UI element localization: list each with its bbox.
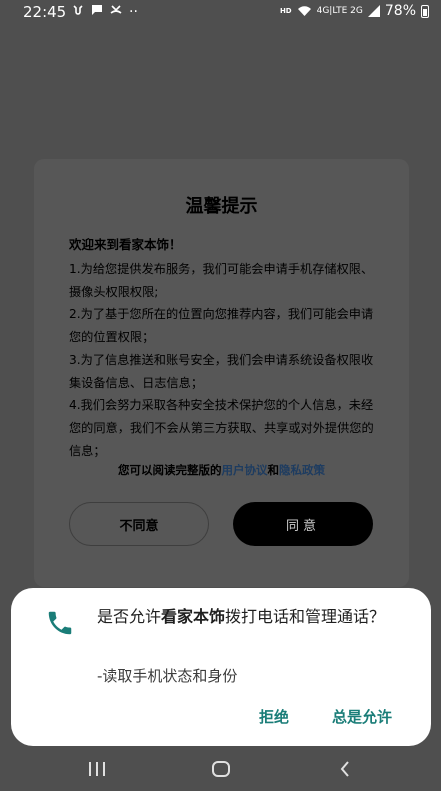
hd-indicator: HD [279,7,292,15]
dialog-welcome: 欢迎来到看家本饰！ [69,237,182,252]
permission-dialog: 是否允许看家本饰拨打电话和管理通话？ -读取手机状态和身份 拒绝 总是允许 [11,588,431,746]
privacy-policy-link[interactable]: 隐私政策 [279,463,325,477]
policy-and: 和 [267,463,280,477]
permission-detail: -读取手机状态和身份 [97,667,238,685]
back-icon[interactable] [337,759,353,779]
status-time: 22:45 [23,3,67,21]
home-icon[interactable] [211,760,231,778]
wifi-icon [297,6,311,16]
status-bar: 22:45 ·· HD 4G|LTE 2G 78% [0,0,441,24]
notification-icons: ·· [72,4,138,20]
battery-percent: 78% [384,3,416,19]
deny-button[interactable]: 拒绝 [259,706,289,727]
user-agreement-link[interactable]: 用户协议 [222,463,268,477]
policy-prefix: 您可以阅读完整版的 [118,463,222,477]
app-name: 看家本饰 [161,607,226,626]
message-icon [92,5,102,15]
agree-button[interactable]: 同意 [233,502,373,546]
question-prefix: 是否允许 [97,607,162,626]
navigation-bar [0,746,441,791]
recent-apps-icon[interactable] [87,761,107,777]
dialog-body: 1.为给您提供发布服务，我们可能会申请手机存储权限、 摄像头权限权限; 2.为了… [69,258,379,462]
status-right: HD 4G|LTE 2G 78% [280,3,429,19]
dialog-item: 4.我们会努力采取各种安全技术保护您的个人信息，未经您的同意，我们不会从第三方获… [69,398,374,458]
battery-icon [421,4,429,18]
dialog-title: 温馨提示 [185,196,258,217]
dialog-item: 2.为了基于您所在的位置向您推荐内容，我们可能会申请您的位置权限； [69,307,374,345]
missed-call-icon [110,5,122,14]
policy-line: 您可以阅读完整版的用户协议和隐私政策 [34,462,409,478]
dialog-item: 3.为了信息推送和账号安全，我们会申请系统设备权限收集设备信息、日志信息； [69,352,374,390]
more-notifications: ·· [129,4,138,20]
privacy-dialog: 温馨提示 欢迎来到看家本饰！ 1.为给您提供发布服务，我们可能会申请手机存储权限… [34,159,409,587]
question-suffix: 拨打电话和管理通话？ [225,607,386,626]
alarm-icon [73,5,83,15]
phone-icon [48,611,72,635]
always-allow-button[interactable]: 总是允许 [332,706,392,727]
disagree-button[interactable]: 不同意 [69,502,209,546]
network-type: 4G|LTE 2G [316,6,363,16]
signal-icon [367,5,380,17]
dialog-item: 1.为给您提供发布服务，我们可能会申请手机存储权限、 摄像头权限权限; [69,262,374,299]
permission-question: 是否允许看家本饰拨打电话和管理通话？ [97,605,412,628]
